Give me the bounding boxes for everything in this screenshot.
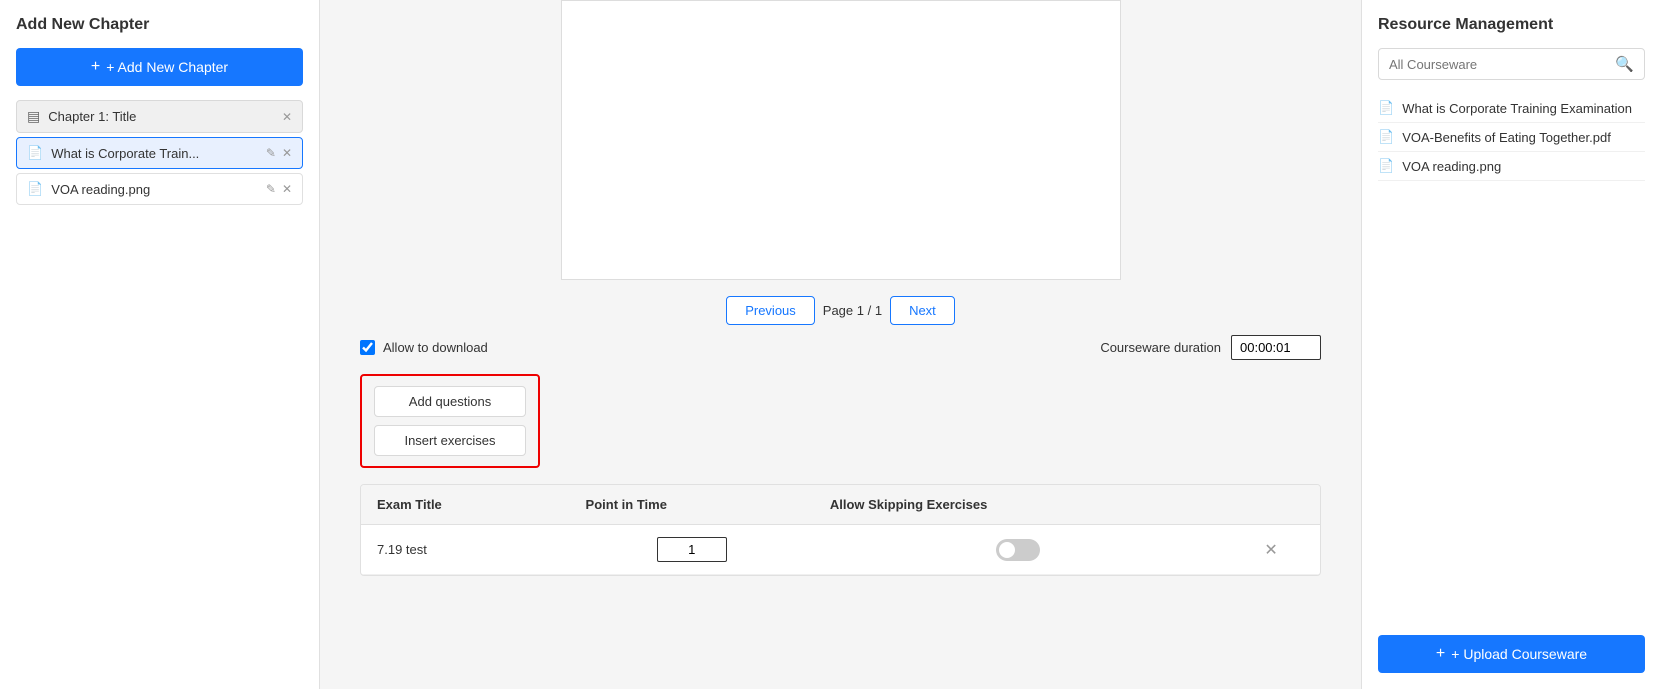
file-icon-2: 📄 xyxy=(27,181,43,197)
item-actions-1: ✎ ✕ xyxy=(266,146,292,160)
allow-download-wrap: Allow to download xyxy=(360,340,488,355)
previous-button[interactable]: Previous xyxy=(726,296,815,325)
point-in-time-cell xyxy=(570,525,814,575)
col-exam-title: Exam Title xyxy=(361,485,570,525)
chapter-group: ▤ Chapter 1: Title ✕ 📄 What is Corporate… xyxy=(16,100,303,205)
chapter-item-active[interactable]: 📄 What is Corporate Train... ✎ ✕ xyxy=(16,137,303,169)
sidebar-title: Add New Chapter xyxy=(16,16,303,34)
chapter-close-icon[interactable]: ✕ xyxy=(282,110,292,124)
table-row: 7.19 test ✕ xyxy=(361,525,1320,575)
plus-icon: + xyxy=(91,58,100,76)
duration-wrap: Courseware duration xyxy=(1100,335,1321,360)
col-allow-skipping: Allow Skipping Exercises xyxy=(814,485,1222,525)
duration-label: Courseware duration xyxy=(1100,340,1221,355)
close-icon-2[interactable]: ✕ xyxy=(282,182,292,196)
toggle-slider xyxy=(996,539,1040,561)
resource-label-2: VOA-Benefits of Eating Together.pdf xyxy=(1402,130,1611,145)
resource-file-icon-2: 📄 xyxy=(1378,129,1394,145)
upload-label: + Upload Courseware xyxy=(1451,646,1587,662)
main-content: Previous Page 1 / 1 Next Allow to downlo… xyxy=(320,0,1361,689)
resource-file-icon-3: 📄 xyxy=(1378,158,1394,174)
chapter-item-label-2: VOA reading.png xyxy=(51,182,266,197)
close-icon-1[interactable]: ✕ xyxy=(282,146,292,160)
chapter-header[interactable]: ▤ Chapter 1: Title ✕ xyxy=(16,100,303,133)
delete-row-icon[interactable]: ✕ xyxy=(1264,542,1277,559)
exam-table-wrap: Exam Title Point in Time Allow Skipping … xyxy=(360,484,1321,576)
add-chapter-label: + Add New Chapter xyxy=(106,59,228,75)
add-questions-button[interactable]: Add questions xyxy=(374,386,526,417)
exam-title-cell: 7.19 test xyxy=(361,525,570,575)
item-actions-2: ✎ ✕ xyxy=(266,182,292,196)
left-sidebar: Add New Chapter + + Add New Chapter ▤ Ch… xyxy=(0,0,320,689)
resource-item-1[interactable]: 📄 What is Corporate Training Examination xyxy=(1378,94,1645,123)
resource-list: 📄 What is Corporate Training Examination… xyxy=(1378,94,1645,181)
pagination-text: Page 1 / 1 xyxy=(823,303,882,318)
upload-courseware-button[interactable]: + + Upload Courseware xyxy=(1378,635,1645,673)
insert-exercises-button[interactable]: Insert exercises xyxy=(374,425,526,456)
search-bar: 🔍 xyxy=(1378,48,1645,80)
preview-area xyxy=(561,0,1121,280)
next-button[interactable]: Next xyxy=(890,296,955,325)
search-icon: 🔍 xyxy=(1615,55,1634,73)
chapter-label: Chapter 1: Title xyxy=(48,109,282,124)
resource-item-3[interactable]: 📄 VOA reading.png xyxy=(1378,152,1645,181)
resource-label-3: VOA reading.png xyxy=(1402,159,1501,174)
allow-download-checkbox[interactable] xyxy=(360,340,375,355)
add-chapter-button[interactable]: + + Add New Chapter xyxy=(16,48,303,86)
file-icon-1: 📄 xyxy=(27,145,43,161)
pagination-bar: Previous Page 1 / 1 Next xyxy=(340,296,1341,325)
skipping-toggle[interactable] xyxy=(996,539,1040,561)
upload-plus-icon: + xyxy=(1436,645,1445,663)
resource-item-2[interactable]: 📄 VOA-Benefits of Eating Together.pdf xyxy=(1378,123,1645,152)
edit-icon-1[interactable]: ✎ xyxy=(266,146,276,160)
right-sidebar: Resource Management 🔍 📄 What is Corporat… xyxy=(1361,0,1661,689)
col-point-in-time: Point in Time xyxy=(570,485,814,525)
controls-row: Allow to download Courseware duration xyxy=(340,335,1341,360)
edit-icon-2[interactable]: ✎ xyxy=(266,182,276,196)
action-buttons-area: Add questions Insert exercises xyxy=(360,374,540,468)
search-input[interactable] xyxy=(1389,57,1615,72)
collapse-icon: ▤ xyxy=(27,108,40,125)
chapter-item-label-1: What is Corporate Train... xyxy=(51,146,266,161)
point-input[interactable] xyxy=(657,537,727,562)
resource-title: Resource Management xyxy=(1378,16,1645,34)
chapter-item-plain[interactable]: 📄 VOA reading.png ✎ ✕ xyxy=(16,173,303,205)
allow-skipping-cell xyxy=(814,525,1222,575)
resource-file-icon-1: 📄 xyxy=(1378,100,1394,116)
duration-input[interactable] xyxy=(1231,335,1321,360)
exam-table: Exam Title Point in Time Allow Skipping … xyxy=(361,485,1320,575)
resource-label-1: What is Corporate Training Examination xyxy=(1402,101,1632,116)
col-actions xyxy=(1222,485,1320,525)
allow-download-label: Allow to download xyxy=(383,340,488,355)
delete-cell: ✕ xyxy=(1222,525,1320,575)
